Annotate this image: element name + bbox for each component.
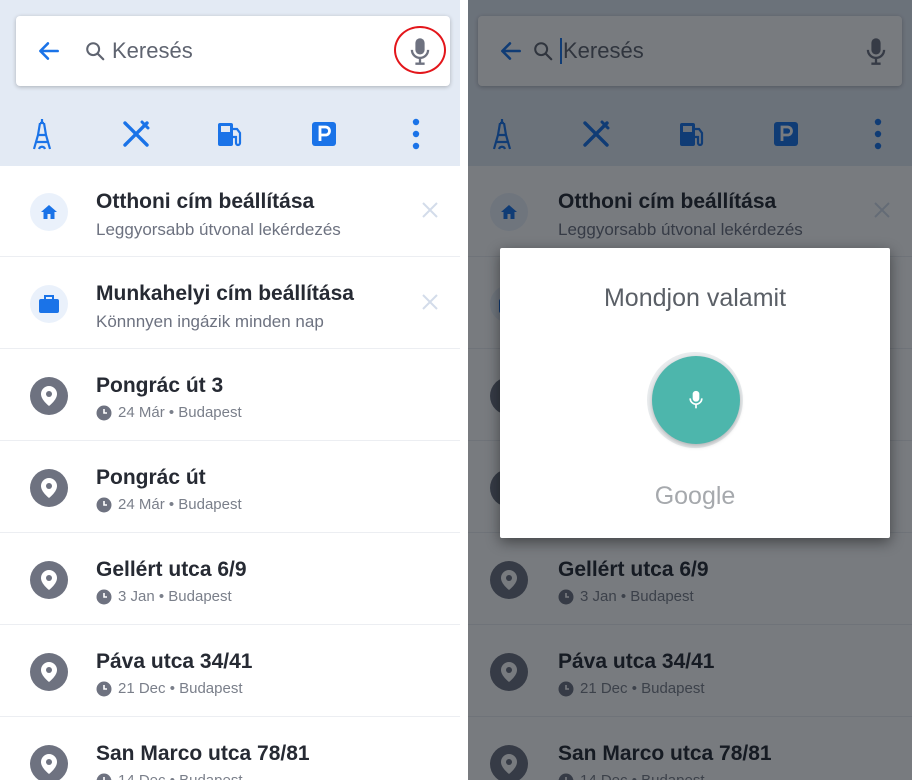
category-gas-stations[interactable] bbox=[212, 116, 248, 152]
voice-listen-button[interactable] bbox=[652, 356, 740, 444]
pin-avatar bbox=[30, 745, 68, 780]
category-parking[interactable] bbox=[306, 116, 342, 152]
list-item-history[interactable]: Pongrác út 24 Már • Budapest bbox=[0, 442, 460, 533]
category-restaurants[interactable] bbox=[118, 116, 154, 152]
list-item-work[interactable]: Munkahelyi cím beállítása Könnnyen ingáz… bbox=[0, 258, 460, 349]
list-item-title: Otthoni cím beállítása bbox=[96, 190, 315, 213]
location-pin-icon bbox=[41, 570, 57, 590]
list-item-title: Munkahelyi cím beállítása bbox=[96, 282, 354, 305]
list-item-history[interactable]: San Marco utca 78/81 14 Dec • Budapest bbox=[0, 718, 460, 780]
dialog-title: Mondjon valamit bbox=[603, 284, 787, 312]
location-pin-icon bbox=[41, 386, 57, 406]
list-item-title: Pongrác út 3 bbox=[96, 374, 224, 397]
list-item-subtitle: Leggyorsabb útvonal lekérdezés bbox=[96, 220, 341, 239]
location-pin-icon bbox=[41, 662, 57, 682]
close-icon[interactable] bbox=[420, 200, 440, 220]
list-item-title: San Marco utca 78/81 bbox=[96, 742, 310, 765]
list-item-title: Páva utca 34/41 bbox=[96, 650, 253, 673]
more-vertical-icon bbox=[412, 118, 420, 150]
location-pin-icon bbox=[41, 754, 57, 774]
briefcase-icon bbox=[39, 295, 59, 313]
category-bar bbox=[0, 104, 460, 164]
list-item-meta-text: 3 Jan • Budapest bbox=[118, 588, 232, 605]
mic-highlight-ring bbox=[394, 26, 446, 74]
clock-icon bbox=[96, 589, 112, 604]
list-item-meta: 21 Dec • Budapest bbox=[96, 680, 243, 697]
list-item-meta: 24 Már • Budapest bbox=[96, 404, 242, 421]
clock-icon bbox=[96, 681, 112, 696]
category-more[interactable] bbox=[398, 116, 434, 152]
list-item-home[interactable]: Otthoni cím beállítása Leggyorsabb útvon… bbox=[0, 166, 460, 257]
list-item-meta-text: 24 Már • Budapest bbox=[118, 496, 242, 513]
search-input[interactable]: Keresés bbox=[112, 38, 193, 64]
list-item-subtitle: Könnnyen ingázik minden nap bbox=[96, 312, 324, 331]
category-attractions[interactable] bbox=[24, 116, 60, 152]
microphone-icon bbox=[689, 390, 703, 409]
location-pin-icon bbox=[41, 478, 57, 498]
search-screen: Keresés Otthoni cím beállítása Leggyorsa… bbox=[0, 0, 460, 780]
list-item-history[interactable]: Gellért utca 6/9 3 Jan • Budapest bbox=[0, 534, 460, 625]
parking-icon bbox=[312, 122, 336, 146]
clock-icon bbox=[96, 773, 112, 780]
clock-icon bbox=[96, 405, 112, 420]
search-header: Keresés bbox=[0, 0, 460, 166]
list-item-history[interactable]: Pongrác út 3 24 Már • Budapest bbox=[0, 350, 460, 441]
magnifier-icon bbox=[86, 42, 105, 61]
list-item-meta-text: 14 Dec • Budapest bbox=[118, 772, 243, 780]
list-item-meta-text: 24 Már • Budapest bbox=[118, 404, 242, 421]
eiffel-tower-icon bbox=[32, 119, 52, 150]
arrow-left-icon[interactable] bbox=[36, 38, 62, 64]
list-item-meta-text: 21 Dec • Budapest bbox=[118, 680, 243, 697]
list-item-title: Gellért utca 6/9 bbox=[96, 558, 247, 581]
list-item-meta: 24 Már • Budapest bbox=[96, 496, 242, 513]
close-icon[interactable] bbox=[420, 292, 440, 312]
voice-input-dialog: Mondjon valamit Google bbox=[500, 248, 890, 538]
pin-avatar bbox=[30, 653, 68, 691]
home-avatar bbox=[30, 193, 68, 231]
list-item-meta: 3 Jan • Budapest bbox=[96, 588, 232, 605]
list-item-title: Pongrác út bbox=[96, 466, 206, 489]
pin-avatar bbox=[30, 561, 68, 599]
pin-avatar bbox=[30, 469, 68, 507]
home-icon bbox=[41, 205, 57, 219]
list-item-meta: 14 Dec • Budapest bbox=[96, 772, 243, 780]
clock-icon bbox=[96, 497, 112, 512]
voice-search-screen: Keresés bbox=[468, 0, 912, 780]
provider-logo-text: Google bbox=[654, 482, 736, 510]
list-item-history[interactable]: Páva utca 34/41 21 Dec • Budapest bbox=[0, 626, 460, 717]
fuel-pump-icon bbox=[218, 123, 242, 147]
work-avatar bbox=[30, 285, 68, 323]
pin-avatar bbox=[30, 377, 68, 415]
search-bar[interactable]: Keresés bbox=[16, 16, 450, 86]
fork-knife-icon bbox=[123, 120, 150, 147]
